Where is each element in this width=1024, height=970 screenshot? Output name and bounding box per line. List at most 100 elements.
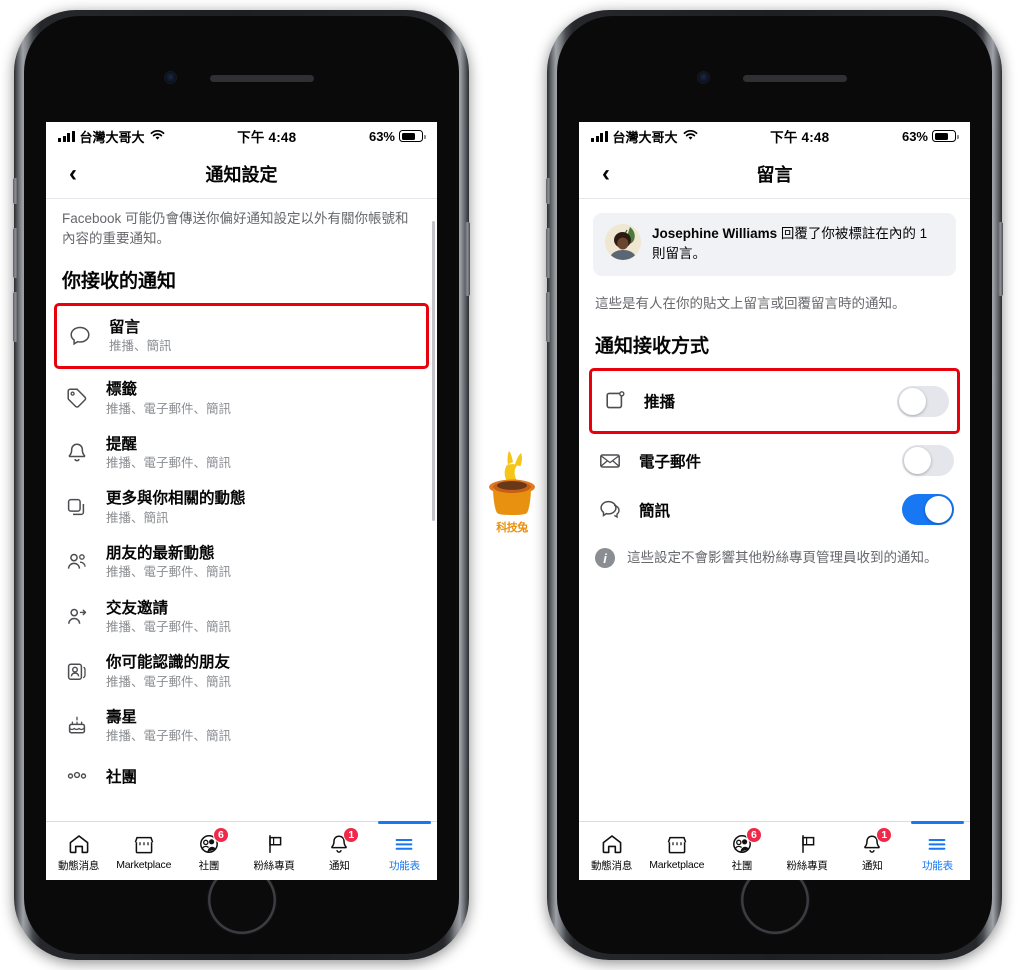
volume-down-button[interactable] (546, 292, 551, 342)
front-camera (697, 72, 709, 83)
settings-row-friend-updates[interactable]: 朋友的最新動態 推播、電子郵件、簡訊 (46, 535, 437, 590)
rabbit-in-hat-logo (489, 451, 535, 515)
battery-icon (399, 130, 426, 142)
tab-newsfeed[interactable]: 動態消息 (579, 822, 644, 880)
friends-icon (62, 547, 92, 577)
toggle-row-email[interactable]: 電子郵件 (579, 436, 970, 485)
tag-icon (62, 383, 92, 413)
status-bar: 台灣大哥大 下午 4:48 63% (579, 122, 970, 150)
volume-up-button[interactable] (13, 228, 18, 278)
tab-marketplace[interactable]: Marketplace (111, 822, 176, 880)
row-title: 壽星 (106, 708, 138, 726)
row-subtitle: 推播、電子郵件、簡訊 (106, 620, 232, 634)
tab-groups[interactable]: 6 社團 (176, 822, 241, 880)
toggle-label: 電子郵件 (639, 453, 702, 471)
avatar (605, 224, 641, 260)
volume-up-button[interactable] (546, 228, 551, 278)
watermark-text: 科技兔 (496, 522, 528, 534)
pages-flag-icon (261, 832, 287, 856)
tab-label: 功能表 (921, 859, 953, 872)
tab-notifications[interactable]: 1 通知 (307, 822, 372, 880)
volume-down-button[interactable] (13, 292, 18, 342)
settings-row-text: 提醒 推播、電子郵件、簡訊 (106, 435, 421, 472)
tab-newsfeed[interactable]: 動態消息 (46, 822, 111, 880)
settings-row-text: 標籤 推播、電子郵件、簡訊 (106, 380, 421, 417)
tab-label: Marketplace (649, 859, 705, 871)
back-button[interactable]: ‹ (60, 161, 86, 187)
right-screen: 台灣大哥大 下午 4:48 63% ‹ 留言 Josephine William… (579, 122, 970, 880)
home-icon (599, 832, 625, 856)
highlight-box-push: 推播 (589, 368, 960, 435)
settings-row-text: 社團 (106, 768, 421, 787)
sms-bubbles-icon (595, 495, 625, 525)
right-content: Josephine Williams 回覆了你被標註在內的 1 則留言。 這些是… (579, 199, 970, 823)
row-subtitle: 推播、簡訊 (106, 510, 169, 525)
comment-bubble-icon (65, 321, 95, 351)
row-title: 留言 (109, 318, 141, 336)
status-bar-right: 63% (902, 129, 959, 144)
back-button[interactable]: ‹ (593, 161, 619, 187)
row-title: 交友邀請 (106, 599, 169, 617)
tab-label: 社團 (731, 859, 753, 872)
tab-groups[interactable]: 6 社團 (709, 822, 774, 880)
toggle-switch-push[interactable] (897, 385, 949, 417)
settings-row-more-activity[interactable]: 更多與你相關的動態 推播、簡訊 (46, 480, 437, 535)
front-camera (164, 72, 176, 83)
row-subtitle: 推播、電子郵件、簡訊 (106, 674, 232, 689)
row-title: 你可能認識的朋友 (106, 654, 231, 672)
settings-row-groups[interactable]: 社團 (46, 754, 437, 802)
tab-menu[interactable]: 功能表 (905, 821, 970, 880)
toggle-switch-email[interactable] (902, 445, 954, 477)
settings-row-birthdays[interactable]: 壽星 推播、電子郵件、簡訊 (46, 699, 437, 754)
tab-marketplace[interactable]: Marketplace (644, 822, 709, 880)
wifi-icon (683, 129, 698, 144)
row-subtitle: 推播、簡訊 (109, 339, 172, 354)
tab-label: 通知 (861, 859, 883, 872)
tab-label: 社團 (198, 859, 220, 872)
settings-row-text: 壽星 推播、電子郵件、簡訊 (106, 708, 421, 745)
tab-pages[interactable]: 粉絲專頁 (775, 822, 840, 880)
toggle-row-sms[interactable]: 簡訊 (579, 485, 970, 534)
marketplace-store-icon (664, 833, 690, 857)
active-tab-indicator (377, 821, 432, 824)
row-subtitle: 推播、電子郵件、簡訊 (106, 401, 232, 416)
settings-row-reminders[interactable]: 提醒 推播、電子郵件、簡訊 (46, 426, 437, 481)
row-title: 提醒 (106, 435, 138, 453)
tab-pages[interactable]: 粉絲專頁 (242, 822, 307, 880)
power-button[interactable] (465, 222, 470, 296)
tab-label: 動態消息 (57, 859, 100, 872)
badge-count: 1 (876, 826, 893, 843)
tab-label: 粉絲專頁 (786, 859, 828, 872)
settings-row-comments[interactable]: 留言 推播、簡訊 (65, 313, 418, 359)
info-note: i 這些設定不會影響其他粉絲專頁管理員收到的通知。 (579, 534, 970, 569)
cellular-signal-icon (58, 130, 75, 142)
row-title: 更多與你相關的動態 (106, 490, 246, 508)
marketplace-store-icon (131, 833, 157, 857)
power-button[interactable] (998, 222, 1003, 296)
info-note-text: 這些設定不會影響其他粉絲專頁管理員收到的通知。 (627, 550, 938, 566)
battery-percent-label: 63% (368, 128, 395, 144)
settings-row-pymk[interactable]: 你可能認識的朋友 推播、電子郵件、簡訊 (46, 644, 437, 699)
toggle-row-push[interactable]: 推播 (600, 378, 949, 424)
badge-count: 6 (212, 826, 229, 843)
toggle-switch-sms[interactable] (902, 494, 954, 526)
settings-row-tags[interactable]: 標籤 推播、電子郵件、簡訊 (46, 371, 437, 426)
earpiece-speaker (742, 75, 847, 82)
settings-row-friend-requests[interactable]: 交友邀請 推播、電子郵件、簡訊 (46, 590, 437, 645)
tab-notifications[interactable]: 1 通知 (840, 822, 905, 880)
silent-switch[interactable] (13, 178, 18, 204)
hamburger-menu-icon (924, 832, 950, 856)
settings-row-text: 朋友的最新動態 推播、電子郵件、簡訊 (106, 544, 421, 581)
right-nav-bar: ‹ 留言 (579, 150, 970, 199)
badge-count: 1 (343, 826, 360, 843)
notification-preview-card[interactable]: Josephine Williams 回覆了你被標註在內的 1 則留言。 (593, 213, 956, 276)
active-tab-indicator (910, 821, 965, 824)
friend-request-icon (62, 602, 92, 632)
section-title-received: 你接收的通知 (62, 271, 177, 293)
tab-menu[interactable]: 功能表 (372, 821, 437, 880)
envelope-icon (595, 446, 625, 476)
scrollbar[interactable] (432, 221, 435, 521)
bell-icon (62, 438, 92, 468)
silent-switch[interactable] (546, 178, 551, 204)
badge-count: 6 (745, 826, 762, 843)
